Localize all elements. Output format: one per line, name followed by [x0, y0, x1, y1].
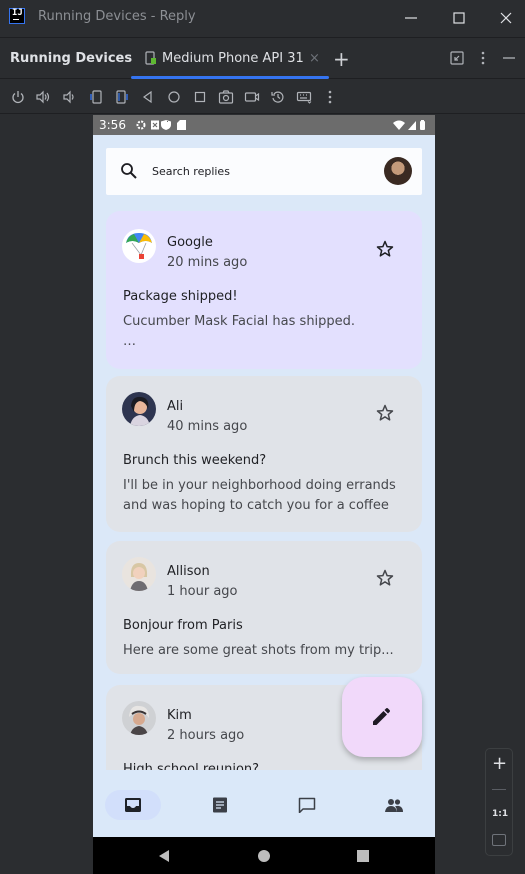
more-icon[interactable]: [322, 89, 338, 105]
bottom-navigation: [93, 770, 435, 838]
minimize-button[interactable]: [399, 6, 423, 30]
zoom-out-button[interactable]: [492, 789, 506, 790]
email-card[interactable]: Allison 1 hour ago Bonjour from Paris He…: [106, 541, 422, 674]
system-status-icons: [393, 120, 425, 130]
maximize-button[interactable]: [447, 6, 471, 30]
zoom-to-fit-icon[interactable]: [492, 834, 506, 846]
email-subject: Bonjour from Paris: [123, 618, 243, 633]
sender-avatar: [122, 229, 156, 263]
keyboard-icon[interactable]: [296, 89, 312, 105]
email-sender: Kim: [167, 708, 192, 723]
collapse-icon[interactable]: [449, 50, 465, 66]
email-preview: Here are some great shots from my trip..…: [123, 643, 394, 658]
email-subject: Brunch this weekend?: [123, 453, 267, 468]
more-options-icon[interactable]: [475, 50, 491, 66]
sender-avatar: [122, 557, 156, 591]
nav-messages[interactable]: [279, 790, 335, 820]
nav-contacts[interactable]: [366, 790, 422, 820]
email-card[interactable]: Google 20 mins ago Package shipped! Cucu…: [106, 211, 422, 369]
rotate-right-icon[interactable]: [114, 89, 130, 105]
notification-icons: [136, 120, 186, 130]
star-icon[interactable]: [375, 403, 395, 423]
window-title: Running Devices - Reply: [38, 9, 196, 24]
email-preview: Cucumber Mask Facial has shipped. …: [123, 314, 356, 349]
zoom-in-button[interactable]: +: [492, 753, 507, 774]
running-devices-header: Running Devices Medium Phone API 31 × +: [0, 37, 525, 79]
system-home-icon[interactable]: [258, 850, 270, 862]
system-back-icon[interactable]: [159, 850, 169, 862]
screenshot-icon[interactable]: [218, 89, 234, 105]
volume-up-icon[interactable]: [35, 89, 51, 105]
hide-icon[interactable]: [501, 50, 517, 66]
article-icon: [213, 797, 227, 813]
email-preview: I'll be in your neighborhood doing erran…: [123, 478, 396, 513]
system-navigation-bar: [93, 837, 435, 874]
sender-avatar: [122, 701, 156, 735]
email-sender: Ali: [167, 399, 184, 414]
power-icon[interactable]: [10, 89, 26, 105]
device-toolbar: [0, 80, 525, 114]
contacts-icon: [385, 799, 403, 812]
chat-icon: [298, 797, 316, 813]
toolwindow-title: Running Devices: [10, 51, 133, 66]
profile-avatar[interactable]: [384, 157, 412, 185]
back-icon[interactable]: [140, 89, 156, 105]
inbox-icon: [125, 798, 141, 812]
email-card[interactable]: Ali 40 mins ago Brunch this weekend? I'l…: [106, 376, 422, 532]
actual-size-button[interactable]: 1:1: [492, 809, 508, 819]
add-tab-button[interactable]: +: [333, 47, 350, 71]
email-sender: Allison: [167, 564, 210, 579]
device-screen[interactable]: 3:56 Search replies Google 20 mins ago P…: [93, 115, 435, 874]
status-bar: 3:56: [93, 115, 435, 135]
device-icon: [145, 51, 156, 65]
compose-button[interactable]: [342, 677, 422, 757]
snapshot-icon[interactable]: [270, 89, 286, 105]
tab-close-button[interactable]: ×: [309, 51, 320, 66]
email-subject: High school reunion?: [123, 762, 260, 770]
volume-down-icon[interactable]: [61, 89, 77, 105]
search-bar[interactable]: Search replies: [106, 148, 422, 195]
email-time: 20 mins ago: [167, 255, 248, 270]
email-time: 1 hour ago: [167, 584, 238, 599]
edit-icon: [373, 708, 390, 725]
zoom-controls: + 1:1: [485, 748, 513, 856]
star-icon[interactable]: [375, 568, 395, 588]
nav-inbox[interactable]: [105, 790, 161, 820]
status-time: 3:56: [99, 118, 126, 132]
email-sender: Google: [167, 235, 213, 250]
rotate-left-icon[interactable]: [88, 89, 104, 105]
search-placeholder: Search replies: [152, 165, 230, 178]
sender-avatar: [122, 392, 156, 426]
system-recents-icon[interactable]: [357, 850, 369, 862]
intellij-logo-icon: IJ: [9, 8, 25, 24]
home-icon[interactable]: [166, 89, 182, 105]
overview-icon[interactable]: [192, 89, 208, 105]
email-time: 2 hours ago: [167, 728, 245, 743]
close-window-button[interactable]: [494, 6, 518, 30]
nav-articles[interactable]: [192, 790, 248, 820]
tab-selected-indicator: [131, 76, 329, 79]
search-icon: [121, 163, 137, 179]
screen-record-icon[interactable]: [244, 89, 260, 105]
star-icon[interactable]: [375, 239, 395, 259]
title-bar: IJ Running Devices - Reply: [0, 0, 525, 36]
tab-medium-phone[interactable]: Medium Phone API 31 ×: [131, 38, 329, 79]
email-time: 40 mins ago: [167, 419, 248, 434]
tab-label: Medium Phone API 31: [162, 51, 304, 66]
email-subject: Package shipped!: [123, 289, 238, 304]
